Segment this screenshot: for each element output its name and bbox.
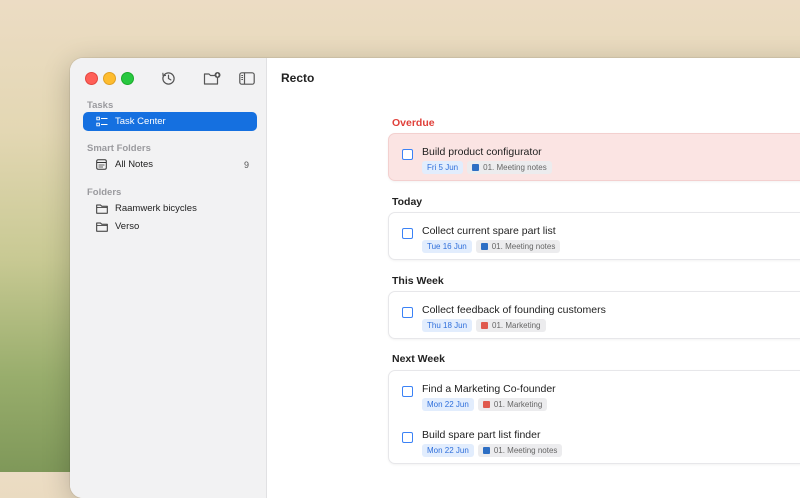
- task-item[interactable]: Collect current spare part list Tue 16 J…: [389, 215, 800, 255]
- project-badge[interactable]: 01. Meeting notes: [475, 240, 561, 253]
- project-label: 01. Meeting notes: [483, 163, 547, 172]
- sidebar-item-raamwerk-bicycles[interactable]: Raamwerk bicycles: [83, 199, 257, 218]
- close-window-button[interactable]: [85, 72, 98, 85]
- task-title: Build spare part list finder: [422, 429, 541, 441]
- sidebar-toggle-icon[interactable]: [237, 68, 257, 88]
- project-label: 01. Meeting notes: [491, 242, 556, 251]
- task-item[interactable]: Build product configurator Fri 5 Jun 01.…: [389, 136, 800, 176]
- sidebar-item-task-center[interactable]: Task Center: [83, 112, 257, 131]
- due-date-badge[interactable]: Fri 5 Jun: [422, 161, 464, 174]
- project-label: 01. Marketing: [493, 400, 543, 409]
- folders-section-label: Folders: [87, 187, 122, 198]
- project-label: 01. Marketing: [492, 321, 541, 330]
- zoom-window-button[interactable]: [121, 72, 134, 85]
- folder-icon: [96, 221, 108, 233]
- task-card-next-week: Find a Marketing Co-founder Mon 22 Jun 0…: [388, 370, 800, 464]
- all-notes-count: 9: [243, 159, 249, 170]
- tasks-section-label: Tasks: [87, 100, 114, 111]
- sidebar-item-verso[interactable]: Verso: [83, 217, 257, 236]
- app-window: Tasks Task Center Smart Folders All Note…: [70, 58, 800, 498]
- group-title-overdue: Overdue: [392, 117, 435, 129]
- project-badge[interactable]: 01. Marketing: [476, 319, 546, 332]
- ticket-icon: [481, 322, 489, 329]
- task-title: Build product configurator: [422, 146, 542, 158]
- group-title-next-week: Next Week: [392, 353, 445, 365]
- due-date-badge[interactable]: Thu 18 Jun: [422, 319, 473, 332]
- project-badge[interactable]: 01. Marketing: [477, 398, 548, 411]
- smart-folders-section-label: Smart Folders: [87, 143, 151, 154]
- task-title: Collect current spare part list: [422, 225, 556, 237]
- notes-icon: [96, 159, 108, 171]
- checklist-icon: [96, 116, 108, 128]
- new-folder-icon[interactable]: [202, 68, 222, 88]
- task-card-today: Collect current spare part list Tue 16 J…: [388, 212, 800, 260]
- task-title: Collect feedback of founding customers: [422, 304, 606, 316]
- sync-icon[interactable]: [158, 68, 178, 88]
- task-checkbox[interactable]: [402, 228, 413, 239]
- task-card-overdue: Build product configurator Fri 5 Jun 01.…: [388, 133, 800, 181]
- sidebar-item-label: Raamwerk bicycles: [115, 203, 197, 214]
- task-title: Find a Marketing Co-founder: [422, 383, 556, 395]
- group-title-this-week: This Week: [392, 275, 444, 287]
- due-date-badge[interactable]: Tue 16 Jun: [422, 240, 472, 253]
- window-title: Recto: [281, 71, 315, 85]
- group-title-today: Today: [392, 196, 423, 208]
- task-checkbox[interactable]: [402, 432, 413, 443]
- task-item[interactable]: Collect feedback of founding customers T…: [389, 294, 800, 334]
- sidebar-item-all-notes[interactable]: All Notes 9: [83, 155, 257, 174]
- book-icon: [472, 164, 480, 171]
- due-date-badge[interactable]: Mon 22 Jun: [422, 444, 474, 457]
- sidebar-item-label: Verso: [115, 221, 140, 232]
- task-checkbox[interactable]: [402, 307, 413, 318]
- task-card-this-week: Collect feedback of founding customers T…: [388, 291, 800, 339]
- task-item[interactable]: Build spare part list finder Mon 22 Jun …: [389, 419, 800, 459]
- book-icon: [480, 243, 488, 250]
- folder-icon: [96, 203, 108, 215]
- main-content: Recto Overdue Build product configurator…: [267, 58, 800, 498]
- task-checkbox[interactable]: [402, 149, 413, 160]
- project-label: 01. Meeting notes: [493, 446, 558, 455]
- project-badge[interactable]: 01. Meeting notes: [477, 444, 563, 457]
- sidebar-item-label: All Notes: [115, 159, 154, 170]
- sidebar-item-label: Task Center: [115, 116, 166, 127]
- task-checkbox[interactable]: [402, 386, 413, 397]
- project-badge[interactable]: 01. Meeting notes: [467, 161, 552, 174]
- task-item[interactable]: Find a Marketing Co-founder Mon 22 Jun 0…: [389, 373, 800, 413]
- ticket-icon: [482, 401, 490, 408]
- minimize-window-button[interactable]: [103, 72, 116, 85]
- sidebar: Tasks Task Center Smart Folders All Note…: [70, 58, 267, 498]
- book-icon: [482, 447, 490, 454]
- due-date-badge[interactable]: Mon 22 Jun: [422, 398, 474, 411]
